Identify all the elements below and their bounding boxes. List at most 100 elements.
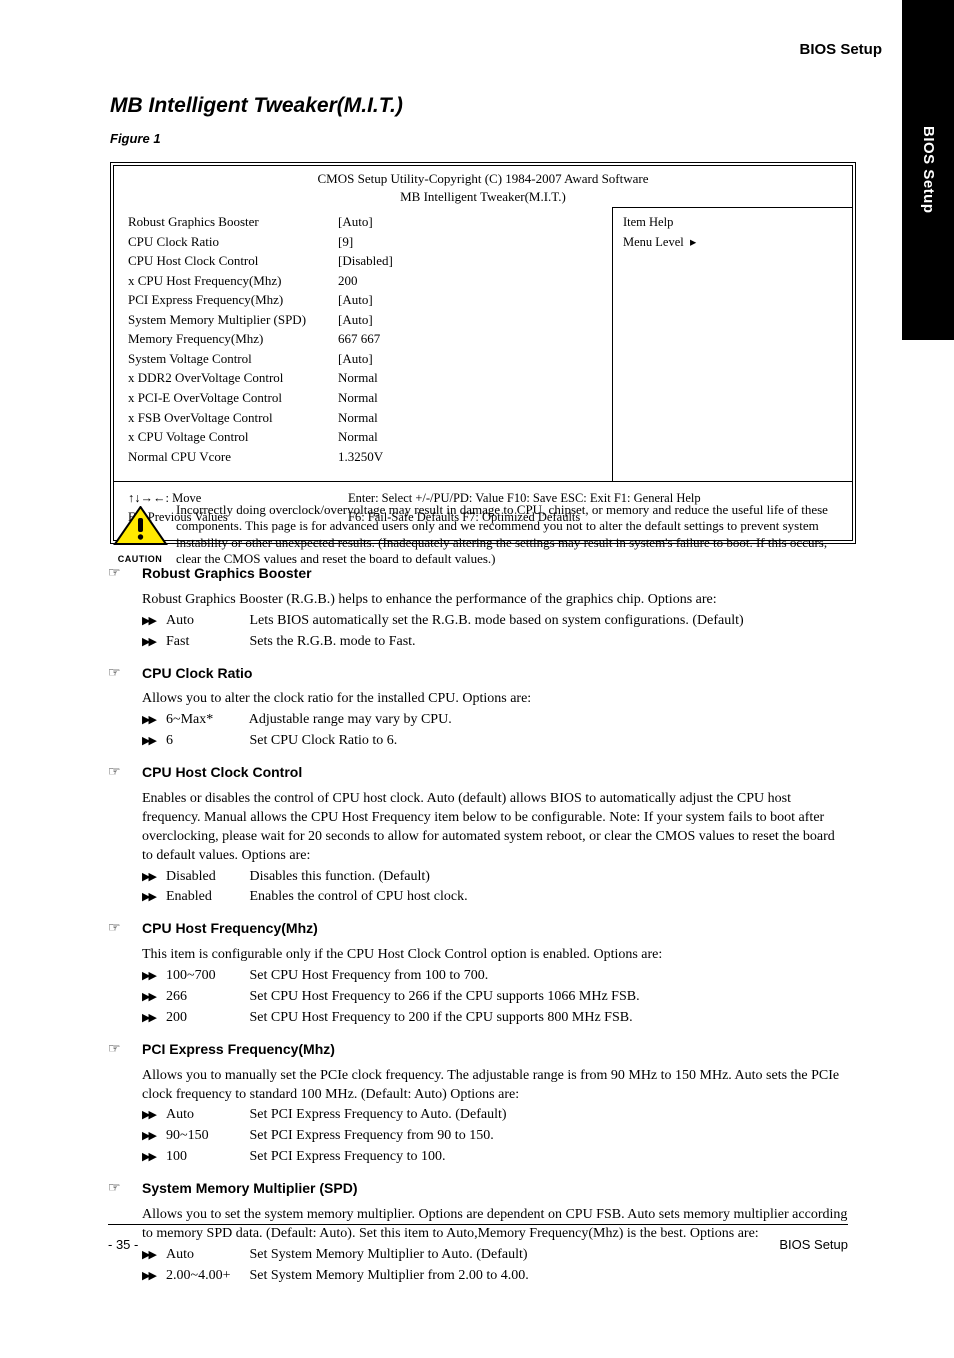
- option-group: ☞CPU Host Clock Control Enables or disabl…: [108, 763, 848, 907]
- option-group: ☞ PCI Express Frequency(Mhz) Allows you to…: [108, 1040, 848, 1167]
- bios-setting-label: System Voltage Control: [128, 350, 338, 368]
- option-heading: ☞CPU Host Clock Control: [108, 763, 848, 784]
- bios-setting-label: Memory Frequency(Mhz): [128, 330, 338, 348]
- bios-setting-value: 1.3250V: [338, 448, 383, 466]
- option-heading: ☞System Memory Multiplier (SPD): [108, 1179, 848, 1200]
- option-value-text: Sets the R.G.B. mode to Fast.: [250, 634, 416, 649]
- option-value-text: Set CPU Host Frequency from 100 to 700.: [250, 968, 489, 983]
- side-tab: BIOS Setup: [902, 0, 954, 340]
- option-value-row: ▶▶200 Set CPU Host Frequency to 200 if t…: [142, 1009, 848, 1028]
- fast-forward-icon: ▶▶: [142, 614, 155, 629]
- fast-forward-icon: ▶▶: [142, 635, 155, 650]
- option-value-label: 266: [166, 988, 246, 1007]
- bios-setting-row: Normal CPU Vcore1.3250V: [128, 448, 602, 466]
- bios-setting-row: x CPU Host Frequency(Mhz)200: [128, 272, 602, 290]
- bios-title: CMOS Setup Utility-Copyright (C) 1984-20…: [114, 166, 852, 207]
- option-value-row: ▶▶6 Set CPU Clock Ratio to 6.: [142, 732, 848, 751]
- option-values: ▶▶ 6~Max* Adjustable range may vary by CP…: [108, 711, 848, 751]
- bios-setting-label: Normal CPU Vcore: [128, 448, 338, 466]
- option-value-label: Disabled: [166, 868, 246, 887]
- option-value-row: ▶▶Auto Set PCI Express Frequency to Auto…: [142, 1106, 848, 1125]
- option-value-row: ▶▶100~700 Set CPU Host Frequency from 10…: [142, 967, 848, 986]
- caution-icon: CAUTION: [110, 506, 170, 565]
- option-value-label: 6: [166, 732, 246, 751]
- option-group: ☞Robust Graphics BoosterRobust Graphics …: [108, 564, 848, 652]
- bios-menu-level-label: Menu Level: [623, 235, 684, 249]
- bios-setting-value: Normal: [338, 428, 378, 446]
- bios-setting-row: PCI Express Frequency(Mhz)[Auto]: [128, 291, 602, 309]
- option-heading: ☞CPU Host Frequency(Mhz): [108, 919, 848, 940]
- bios-setting-value: [Auto]: [338, 311, 373, 329]
- hand-point-icon: ☞: [108, 1041, 121, 1060]
- option-value-text: Set PCI Express Frequency from 90 to 150…: [250, 1128, 494, 1143]
- bios-setting-label: Robust Graphics Booster: [128, 213, 338, 231]
- footer-rule: [108, 1224, 848, 1225]
- option-value-label: 200: [166, 1009, 246, 1028]
- page-number: - 35 -: [108, 1236, 138, 1254]
- option-value-text: Set PCI Express Frequency to Auto. (Defa…: [250, 1107, 507, 1122]
- option-value-row: ▶▶266 Set CPU Host Frequency to 266 if t…: [142, 988, 848, 1007]
- bios-setting-label: x CPU Host Frequency(Mhz): [128, 272, 338, 290]
- option-values: ▶▶Auto Set PCI Express Frequency to Auto…: [108, 1106, 848, 1167]
- option-name: CPU Clock Ratio: [142, 665, 252, 681]
- option-value-text: Adjustable range may vary by CPU.: [249, 712, 452, 727]
- bios-setting-row: x PCI-E OverVoltage ControlNormal: [128, 389, 602, 407]
- option-value-row: ▶▶Auto Set System Memory Multiplier to A…: [142, 1246, 848, 1265]
- bios-setting-row: CPU Clock Ratio[9]: [128, 233, 602, 251]
- option-value-label: Enabled: [166, 888, 246, 907]
- bios-setting-value: Normal: [338, 409, 378, 427]
- option-value-text: Set System Memory Multiplier to Auto. (D…: [250, 1247, 528, 1262]
- fast-forward-icon: ▶▶: [142, 870, 155, 885]
- option-value-label: 6~Max*: [166, 711, 246, 730]
- option-description: Enables or disables the control of CPU h…: [108, 790, 848, 866]
- option-value-text: Set CPU Host Frequency to 266 if the CPU…: [250, 989, 640, 1004]
- option-value-text: Lets BIOS automatically set the R.G.B. m…: [250, 613, 744, 628]
- breadcrumb: BIOS Setup: [799, 40, 882, 60]
- option-value-row: ▶▶Auto Lets BIOS automatically set the R…: [142, 612, 848, 631]
- hand-point-icon: ☞: [108, 565, 121, 584]
- option-name: CPU Host Frequency(Mhz): [142, 920, 318, 936]
- bios-setting-row: CPU Host Clock Control[Disabled]: [128, 252, 602, 270]
- bios-setting-row: System Memory Multiplier (SPD)[Auto]: [128, 311, 602, 329]
- option-description: Robust Graphics Booster (R.G.B.) helps t…: [108, 591, 848, 610]
- option-value-text: Set CPU Clock Ratio to 6.: [250, 733, 398, 748]
- option-name: PCI Express Frequency(Mhz): [142, 1041, 335, 1057]
- option-description: Allows you to manually set the PCIe cloc…: [108, 1067, 848, 1105]
- bios-setting-value: [Disabled]: [338, 252, 393, 270]
- hand-point-icon: ☞: [108, 764, 121, 783]
- fast-forward-icon: ▶▶: [142, 890, 155, 905]
- bios-settings-list: Robust Graphics Booster[Auto]CPU Clock R…: [114, 207, 612, 481]
- bios-help-pane: Item Help Menu Level ▸: [612, 207, 852, 481]
- bios-setting-value: 200: [338, 272, 358, 290]
- bios-setting-label: CPU Clock Ratio: [128, 233, 338, 251]
- bios-setting-row: Robust Graphics Booster[Auto]: [128, 213, 602, 231]
- option-values: ▶▶Auto Set System Memory Multiplier to A…: [108, 1246, 848, 1286]
- option-value-row: ▶▶ Enabled Enables the control of CPU hos…: [142, 888, 848, 907]
- fast-forward-icon: ▶▶: [142, 1150, 155, 1165]
- option-value-row: ▶▶2.00~4.00+ Set System Memory Multiplie…: [142, 1267, 848, 1286]
- bios-setting-label: PCI Express Frequency(Mhz): [128, 291, 338, 309]
- bios-subtitle-text: MB Intelligent Tweaker(M.I.T.): [400, 189, 566, 204]
- option-value-label: 90~150: [166, 1127, 246, 1146]
- option-value-text: Enables the control of CPU host clock.: [250, 889, 468, 904]
- bios-setting-value: 667 667: [338, 330, 380, 348]
- option-values: ▶▶100~700 Set CPU Host Frequency from 10…: [108, 967, 848, 1028]
- option-group: ☞System Memory Multiplier (SPD)Allows yo…: [108, 1179, 848, 1285]
- fast-forward-icon: ▶▶: [142, 713, 155, 728]
- bios-setting-label: CPU Host Clock Control: [128, 252, 338, 270]
- fast-forward-icon: ▶▶: [142, 1129, 155, 1144]
- bios-setting-row: System Voltage Control[Auto]: [128, 350, 602, 368]
- fast-forward-icon: ▶▶: [142, 1108, 155, 1123]
- fast-forward-icon: ▶▶: [142, 1248, 155, 1263]
- option-list: ☞Robust Graphics BoosterRobust Graphics …: [108, 564, 848, 1298]
- option-value-label: Fast: [166, 633, 246, 652]
- bios-setting-label: x DDR2 OverVoltage Control: [128, 369, 338, 387]
- option-value-label: 100: [166, 1148, 246, 1167]
- bios-setting-value: [Auto]: [338, 213, 373, 231]
- option-description: Allows you to alter the clock ratio for …: [108, 690, 848, 709]
- option-value-label: 100~700: [166, 967, 246, 986]
- option-value-row: ▶▶ 90~150 Set PCI Express Frequency from …: [142, 1127, 848, 1146]
- bios-setting-row: x FSB OverVoltage ControlNormal: [128, 409, 602, 427]
- section-title: MB Intelligent Tweaker(M.I.T.): [110, 92, 403, 120]
- option-values: ▶▶Disabled Disables this function. (Defa…: [108, 868, 848, 908]
